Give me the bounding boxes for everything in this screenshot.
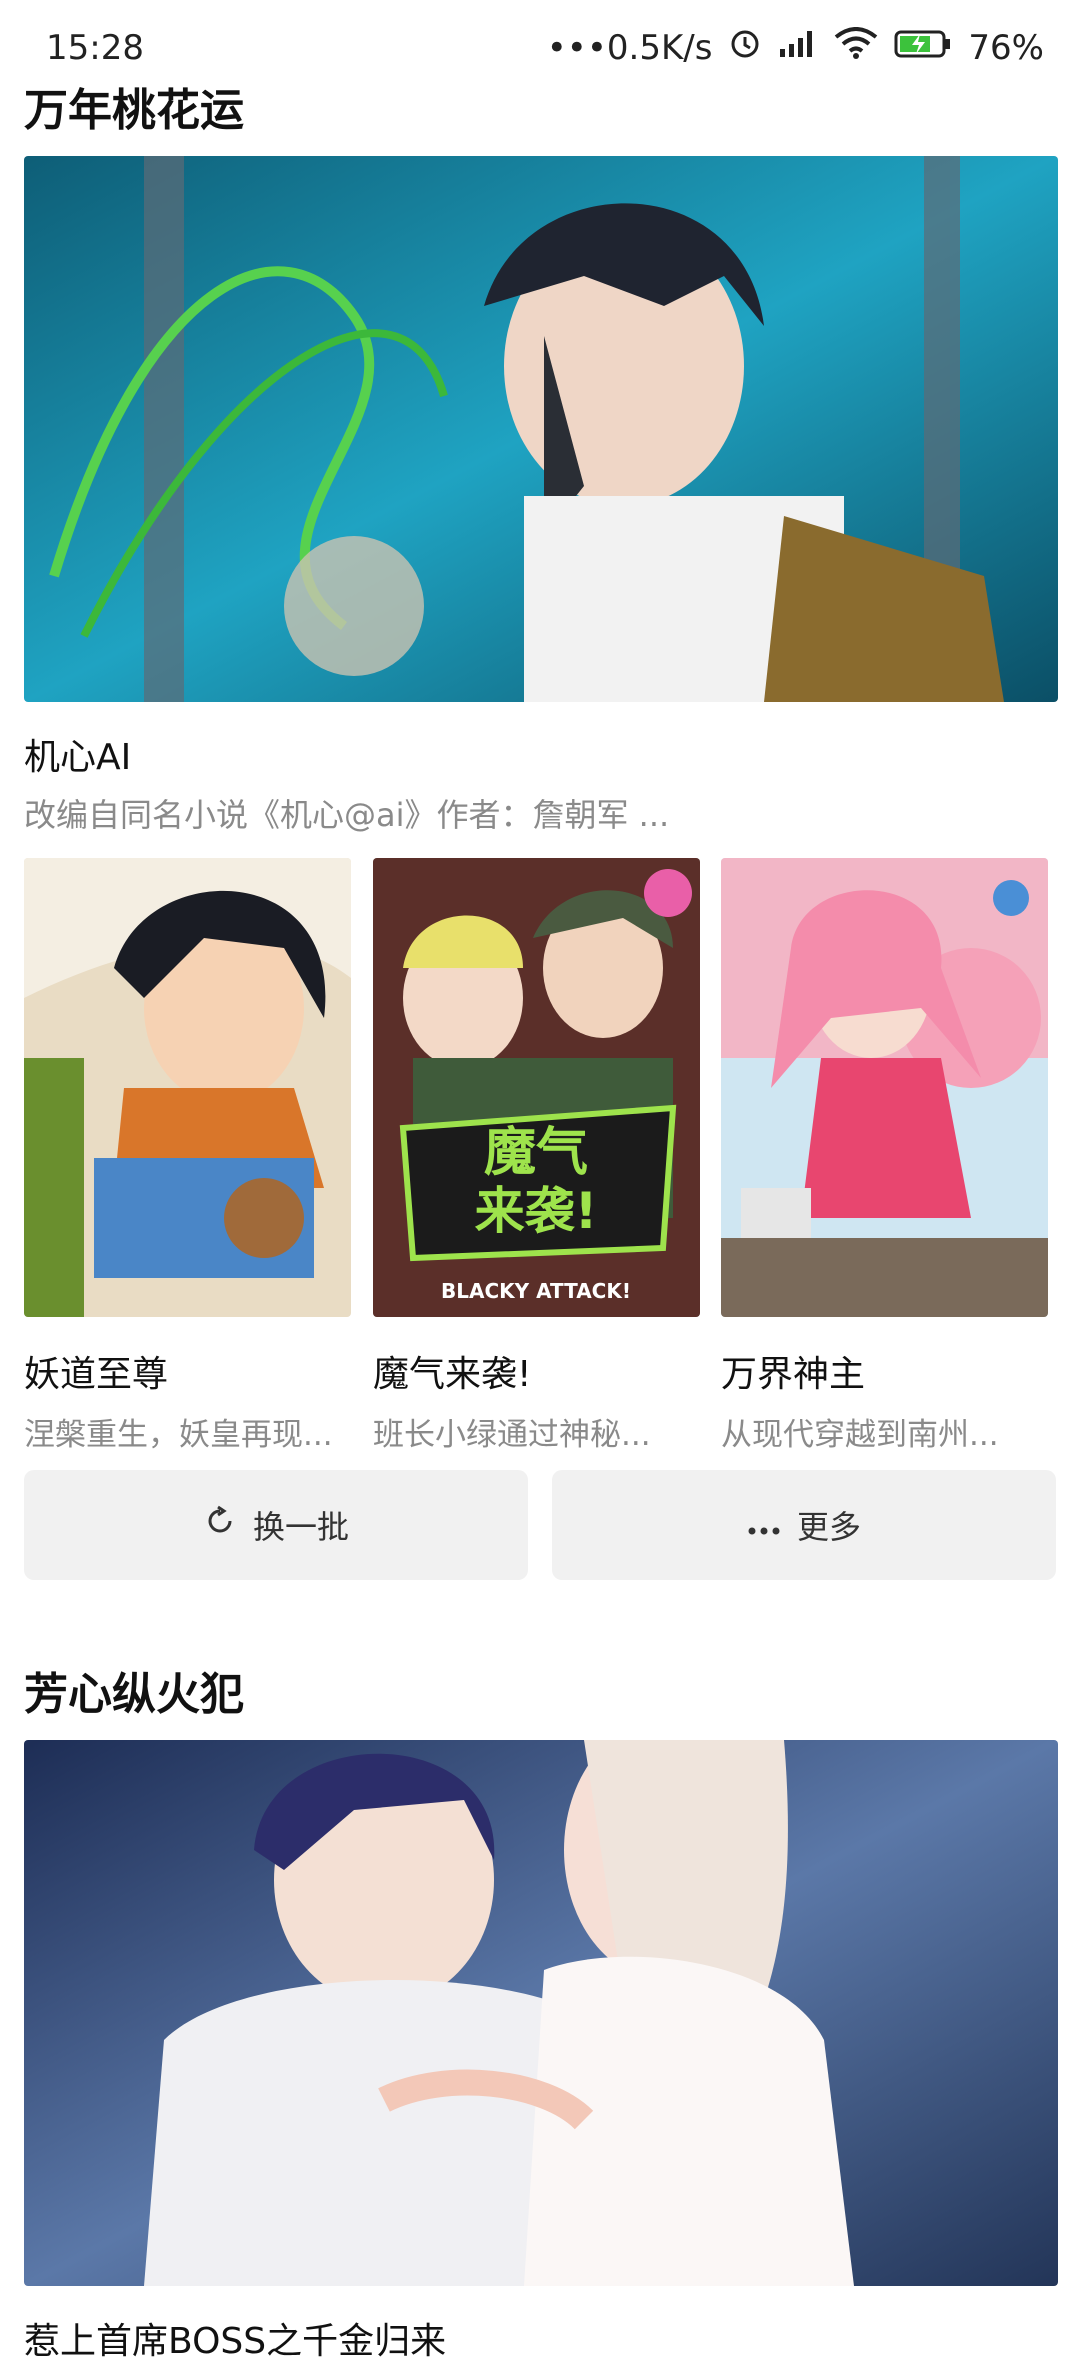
svg-text:魔气: 魔气 bbox=[484, 1123, 588, 1183]
more-button[interactable]: 更多 bbox=[552, 1470, 1056, 1580]
battery-level: 76% bbox=[968, 27, 1044, 68]
section-title-2: 芳心纵火犯 bbox=[24, 1669, 244, 1720]
grid-cover-2[interactable]: 魔气 来袭! BLACKY ATTACK! bbox=[373, 858, 700, 1317]
network-speed: •••0.5K/s bbox=[546, 27, 713, 68]
grid-desc-3: 从现代穿越到南州... bbox=[721, 1417, 999, 1453]
signal-icon bbox=[778, 28, 818, 68]
refresh-label: 换一批 bbox=[252, 1508, 349, 1546]
grid-title-2: 魔气来袭! bbox=[373, 1354, 532, 1395]
status-time: 15:28 bbox=[46, 28, 144, 68]
more-label: 更多 bbox=[796, 1508, 861, 1546]
featured-cover-1[interactable] bbox=[24, 156, 1058, 702]
grid-title-3: 万界神主 bbox=[721, 1354, 866, 1395]
svg-text:来袭!: 来袭! bbox=[475, 1182, 598, 1240]
refresh-icon bbox=[203, 1504, 237, 1547]
refresh-button[interactable]: 换一批 bbox=[24, 1470, 528, 1580]
status-right: •••0.5K/s 76% bbox=[547, 26, 1044, 69]
grid-desc-2: 班长小绿通过神秘... bbox=[373, 1417, 651, 1453]
more-dots-icon bbox=[747, 1505, 781, 1545]
grid-item-2[interactable]: 魔气 来袭! BLACKY ATTACK! 魔气来袭! 班长小绿通过神秘... bbox=[373, 858, 700, 1454]
grid-desc-1: 涅槃重生，妖皇再现... bbox=[24, 1417, 333, 1453]
grid-item-3[interactable]: 万界神主 从现代穿越到南州... bbox=[721, 858, 1048, 1454]
alarm-icon bbox=[728, 26, 762, 69]
grid-cover-3[interactable] bbox=[721, 858, 1048, 1317]
wifi-icon bbox=[834, 27, 878, 68]
grid-cover-1[interactable] bbox=[24, 858, 351, 1317]
svg-text:BLACKY ATTACK!: BLACKY ATTACK! bbox=[441, 1279, 631, 1303]
grid-item-1[interactable]: 妖道至尊 涅槃重生，妖皇再现... bbox=[24, 858, 351, 1454]
featured-title-1[interactable]: 机心AI bbox=[24, 728, 131, 780]
battery-icon bbox=[894, 28, 952, 68]
section-title-1: 万年桃花运 bbox=[24, 85, 244, 136]
featured-desc-1: 改编自同名小说《机心@ai》作者：詹朝军 ... bbox=[24, 796, 670, 834]
featured-title-2[interactable]: 惹上首席BOSS之千金归来 bbox=[24, 2312, 446, 2364]
grid-title-1: 妖道至尊 bbox=[24, 1354, 169, 1395]
featured-cover-2[interactable] bbox=[24, 1740, 1058, 2286]
